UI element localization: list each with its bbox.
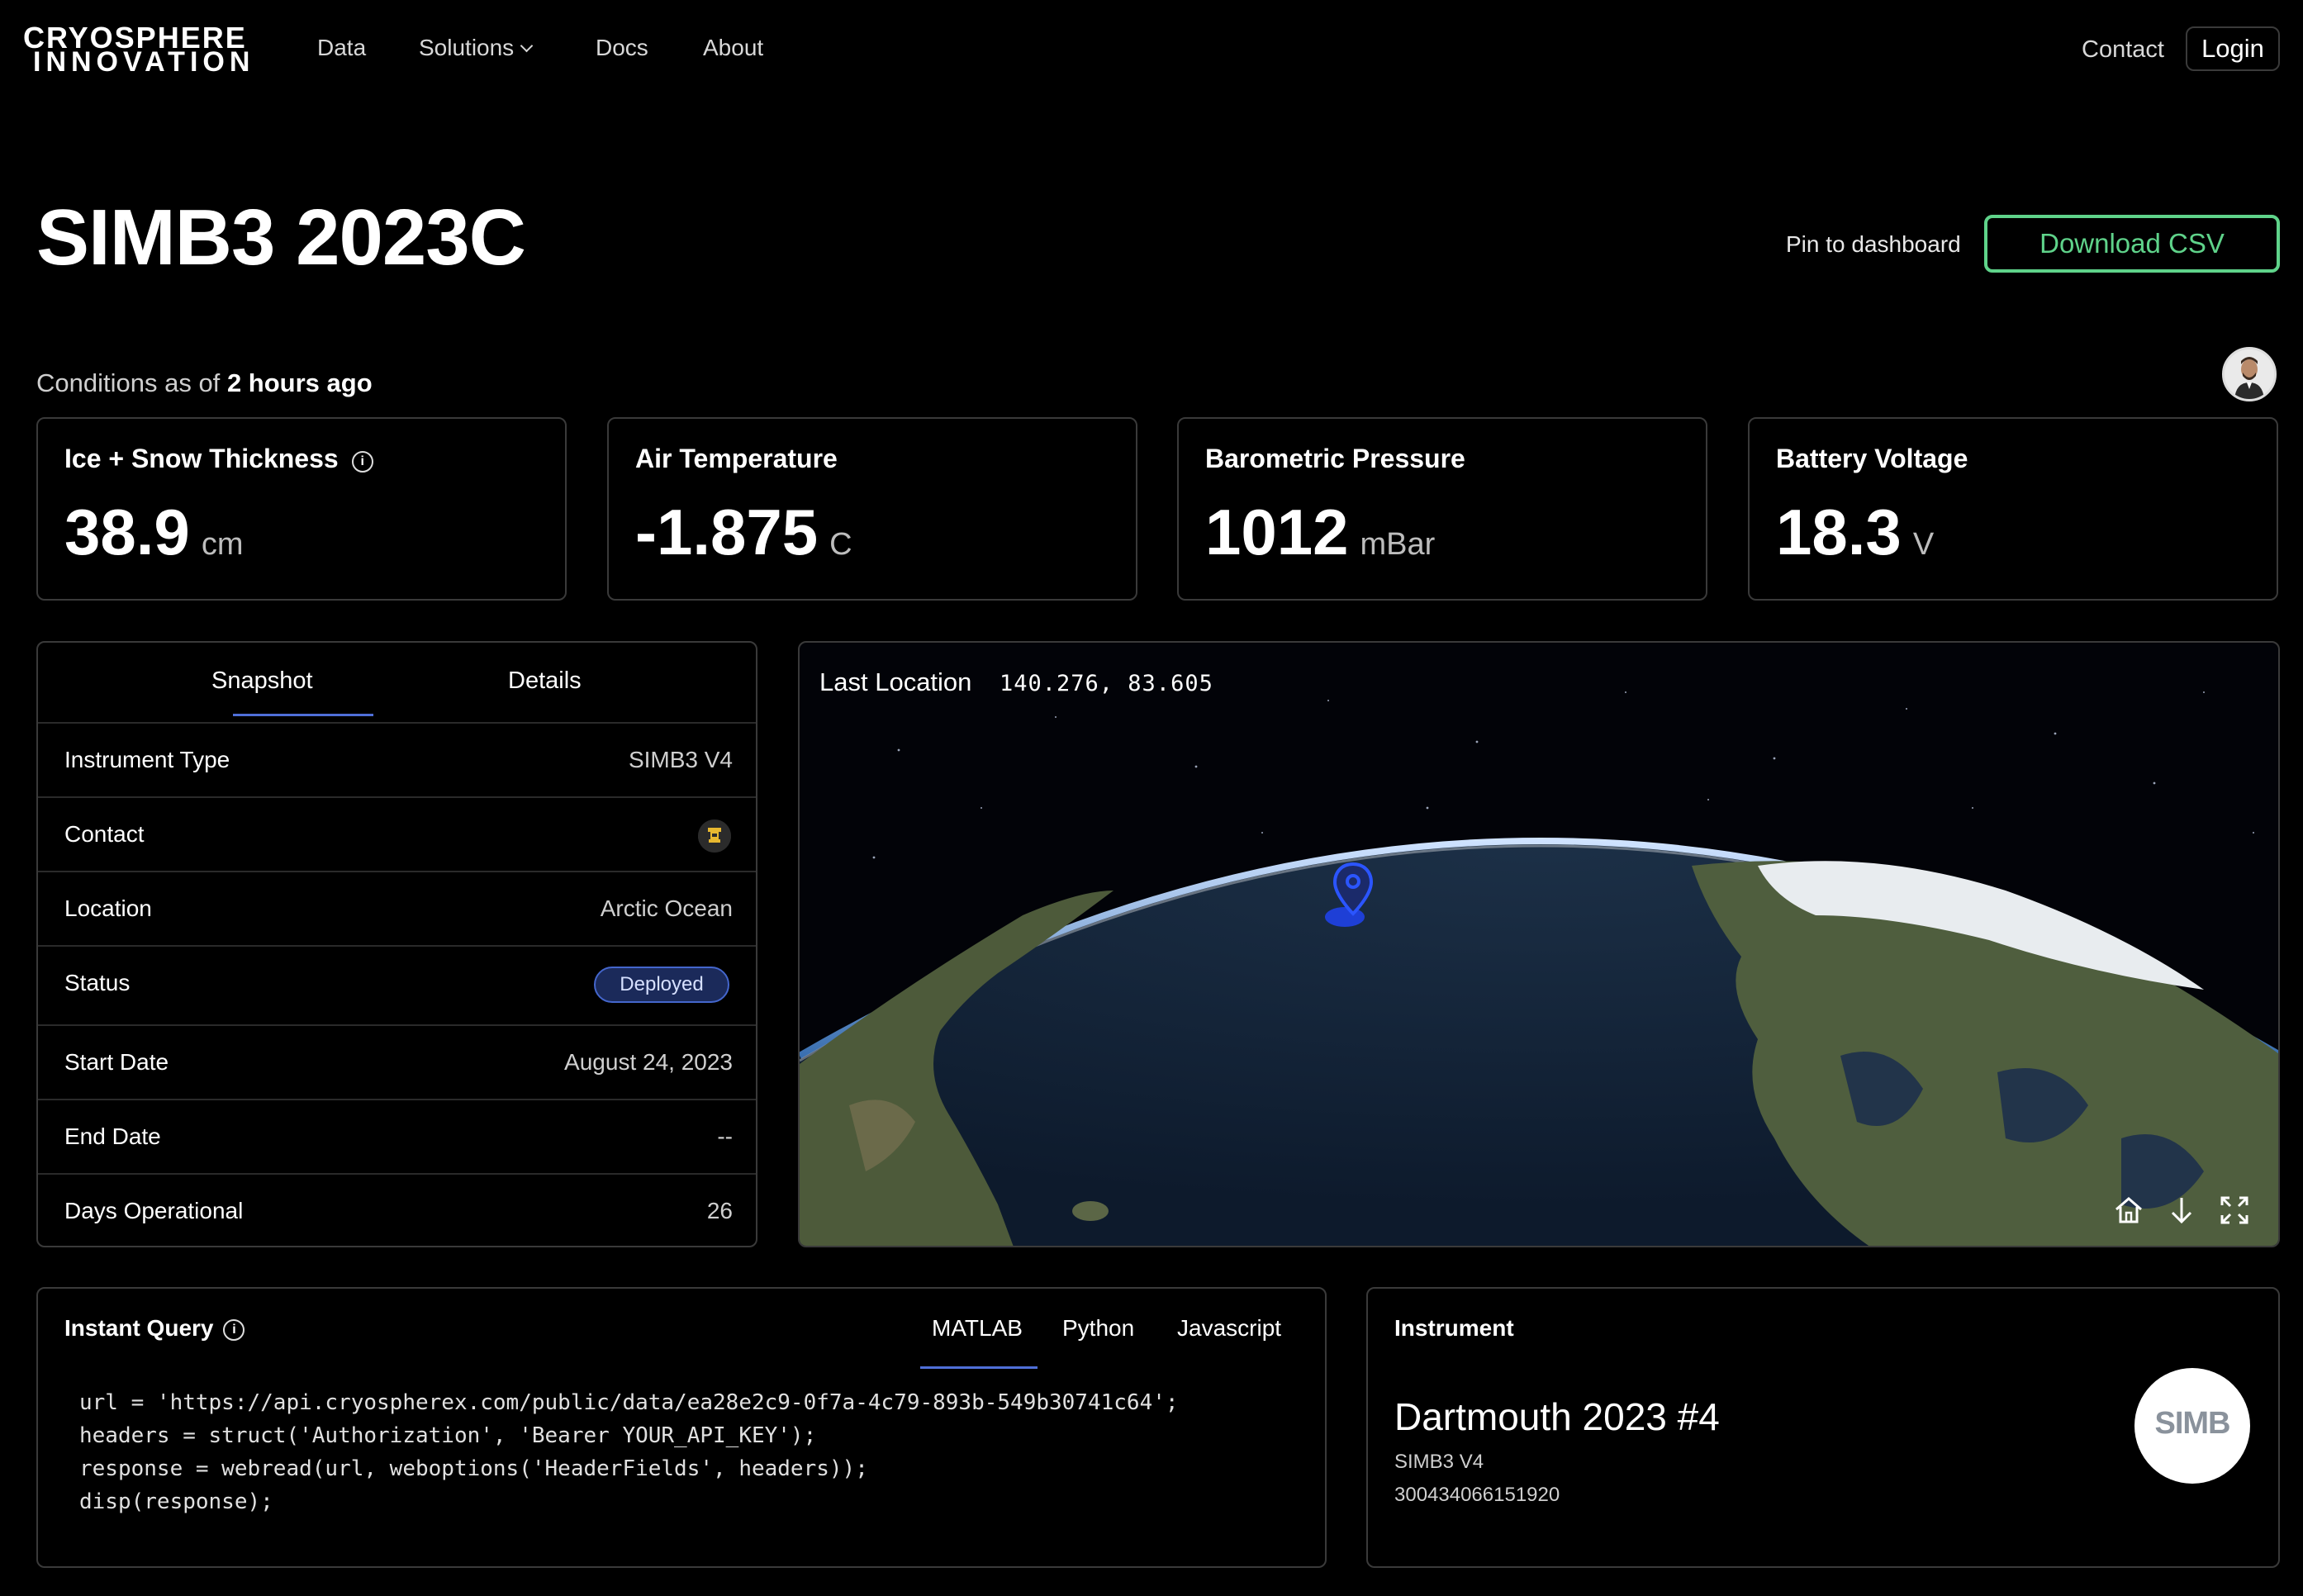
conditions-time: 2 hours ago xyxy=(226,368,373,397)
avatar-image xyxy=(2225,349,2274,399)
metric-number: -1.875 xyxy=(635,496,819,568)
tab-details[interactable]: Details xyxy=(508,667,582,695)
last-location-label: Last Location xyxy=(819,667,972,696)
logo-line2: INNOVATION xyxy=(33,46,255,78)
snapshot-row-start-date: Start Date August 24, 2023 xyxy=(38,1024,756,1099)
metric-unit: mBar xyxy=(1360,527,1436,562)
simb-logo: SIMB xyxy=(2134,1368,2250,1484)
row-key: Days Operational xyxy=(64,1198,244,1223)
snapshot-row-status: Status Deployed xyxy=(38,945,756,1024)
instant-query-title-text: Instant Query xyxy=(64,1315,214,1341)
active-tab-indicator xyxy=(920,1366,1038,1369)
avatar[interactable] xyxy=(2222,347,2277,401)
snapshot-row-location: Location Arctic Ocean xyxy=(38,871,756,945)
conditions-timestamp: Conditions as of 2 hours ago xyxy=(36,368,373,398)
snapshot-panel: Snapshot Details Instrument Type SIMB3 V… xyxy=(36,641,757,1247)
nav-link-docs[interactable]: Docs xyxy=(596,35,648,61)
metric-label: Air Temperature xyxy=(635,444,838,473)
download-csv-button[interactable]: Download CSV xyxy=(1984,215,2280,273)
contact-avatar-image xyxy=(698,819,731,853)
metric-value: 18.3 V xyxy=(1776,495,1934,570)
chevron-down-icon xyxy=(520,39,534,53)
active-tab-indicator xyxy=(233,714,373,716)
row-key: Status xyxy=(64,970,131,995)
row-value: SIMB3 V4 xyxy=(628,747,733,772)
row-key: Instrument Type xyxy=(64,747,230,772)
row-value: 26 xyxy=(706,1198,733,1223)
brand-logo[interactable]: CRYOSPHERE INNOVATION xyxy=(23,23,249,77)
home-icon-glyph xyxy=(2115,1197,2142,1223)
metric-card-battery-voltage: Battery Voltage 18.3 V xyxy=(1748,417,2278,601)
fullscreen-icon[interactable] xyxy=(2215,1191,2253,1229)
metric-card-barometric-pressure: Barometric Pressure 1012 mBar xyxy=(1177,417,1707,601)
instrument-title: Instrument xyxy=(1394,1315,1514,1341)
instrument-serial: 300434066151920 xyxy=(1394,1484,1560,1506)
nav-link-data[interactable]: Data xyxy=(317,35,366,61)
arrow-down-icon[interactable] xyxy=(2163,1191,2201,1229)
simb-logo-text: SIMB xyxy=(2154,1406,2231,1441)
row-value: -- xyxy=(717,1123,733,1149)
metric-number: 1012 xyxy=(1205,496,1349,568)
code-snippet[interactable]: url = 'https://api.cryospherex.com/publi… xyxy=(79,1386,1179,1518)
info-icon[interactable]: i xyxy=(223,1319,245,1341)
snapshot-row-contact: Contact xyxy=(38,796,756,871)
row-key: End Date xyxy=(64,1123,161,1149)
tab-matlab[interactable]: MATLAB xyxy=(932,1315,1023,1342)
tab-python[interactable]: Python xyxy=(1062,1315,1134,1342)
instrument-panel: Instrument Dartmouth 2023 #4 SIMB3 V4 30… xyxy=(1366,1287,2280,1568)
tab-javascript[interactable]: Javascript xyxy=(1177,1315,1281,1342)
instant-query-title: Instant Query i xyxy=(64,1315,245,1343)
metric-value: 1012 mBar xyxy=(1205,495,1435,570)
metric-unit: C xyxy=(829,527,852,562)
last-location-coords: 140.276, 83.605 xyxy=(1000,671,1213,696)
arrow-down-icon-glyph xyxy=(2171,1198,2192,1224)
contact-avatar-icon[interactable] xyxy=(698,819,731,853)
metric-label: Barometric Pressure xyxy=(1205,444,1465,473)
home-icon[interactable] xyxy=(2110,1191,2148,1229)
snapshot-row-end-date: End Date -- xyxy=(38,1099,756,1173)
conditions-prefix: Conditions as of xyxy=(36,368,221,397)
metric-unit: V xyxy=(1912,527,1935,562)
metric-card-ice-snow-thickness: Ice + Snow Thickness i 38.9 cm xyxy=(36,417,567,601)
location-pin-icon[interactable] xyxy=(1320,859,1386,930)
top-nav: CRYOSPHERE INNOVATION Data Solutions Doc… xyxy=(0,0,2303,99)
metric-label: Ice + Snow Thickness i xyxy=(64,444,373,475)
metric-label-text: Ice + Snow Thickness xyxy=(64,444,339,473)
instrument-name: Dartmouth 2023 #4 xyxy=(1394,1395,1720,1438)
pin-to-dashboard-link[interactable]: Pin to dashboard xyxy=(1786,231,1961,258)
fullscreen-icon-glyph xyxy=(2220,1196,2248,1224)
row-key: Location xyxy=(64,895,152,921)
row-value: Arctic Ocean xyxy=(600,895,733,921)
info-icon[interactable]: i xyxy=(351,451,373,473)
page-title: SIMB3 2023C xyxy=(36,193,526,282)
nav-link-about[interactable]: About xyxy=(703,35,763,61)
snapshot-row-instrument-type: Instrument Type SIMB3 V4 xyxy=(38,722,756,796)
globe-map[interactable]: Last Location 140.276, 83.605 xyxy=(798,641,2280,1247)
stars xyxy=(872,691,2254,859)
nav-link-solutions[interactable]: Solutions xyxy=(419,35,534,61)
instant-query-panel: Instant Query i MATLAB Python Javascript … xyxy=(36,1287,1327,1568)
instrument-model: SIMB3 V4 xyxy=(1394,1451,1484,1473)
metric-number: 18.3 xyxy=(1776,496,1902,568)
metric-number: 38.9 xyxy=(64,496,190,568)
snapshot-row-days-operational: Days Operational 26 xyxy=(38,1173,756,1246)
tab-snapshot[interactable]: Snapshot xyxy=(211,667,313,695)
row-key: Start Date xyxy=(64,1049,169,1075)
metric-unit: cm xyxy=(201,527,244,562)
row-key: Contact xyxy=(64,821,145,847)
metric-value: -1.875 C xyxy=(635,495,852,570)
login-button[interactable]: Login xyxy=(2186,26,2280,71)
metric-value: 38.9 cm xyxy=(64,495,243,570)
row-value: August 24, 2023 xyxy=(564,1049,733,1075)
nav-link-contact[interactable]: Contact xyxy=(2082,36,2164,64)
globe-canvas xyxy=(800,691,2278,1246)
metric-label: Battery Voltage xyxy=(1776,444,1968,473)
metric-card-air-temperature: Air Temperature -1.875 C xyxy=(607,417,1137,601)
status-badge: Deployed xyxy=(594,967,729,1003)
nav-link-solutions-label: Solutions xyxy=(419,35,515,60)
